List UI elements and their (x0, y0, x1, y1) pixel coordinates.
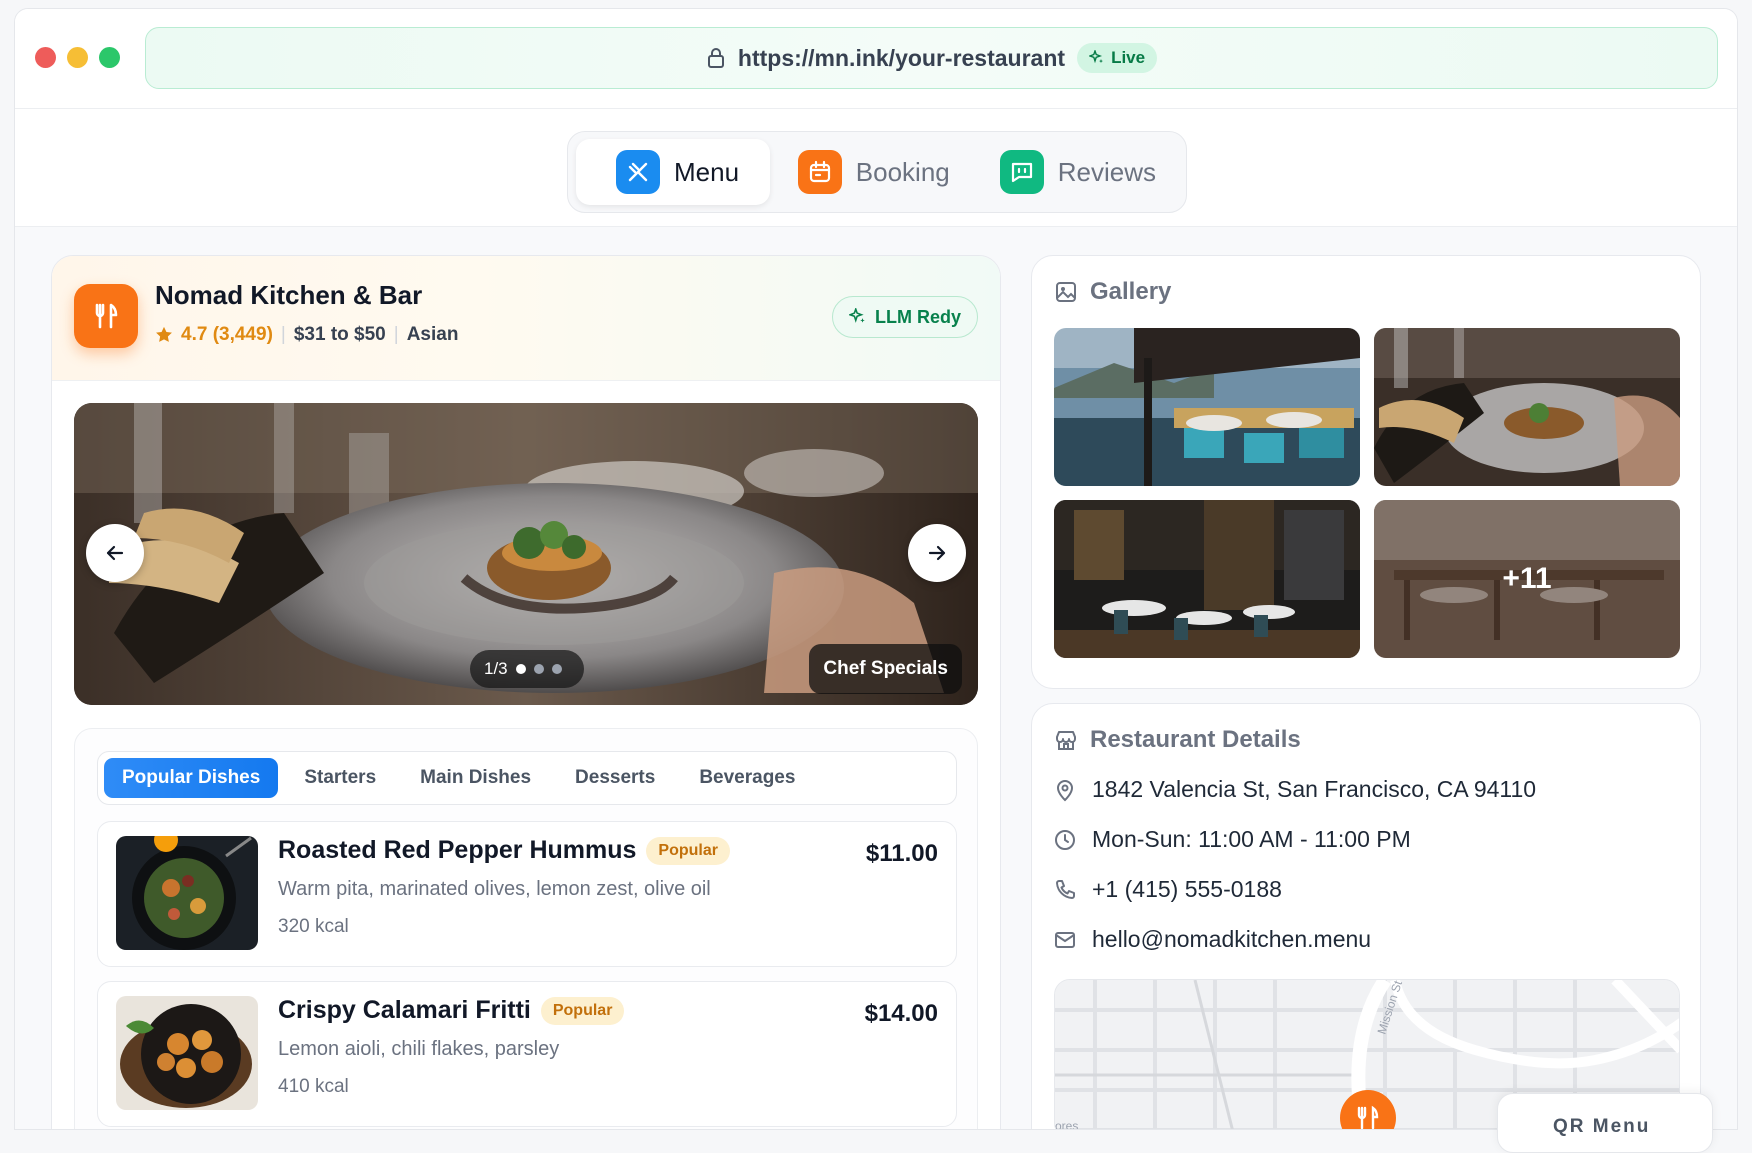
cuisine-label: Asian (406, 324, 459, 345)
dish-card[interactable]: Crispy Calamari Fritti Popular Lemon aio… (97, 981, 957, 1127)
top-navigation: Menu Booking Reviews (15, 109, 1737, 227)
popular-badge: Popular (646, 836, 730, 865)
map-pin-icon (1056, 779, 1074, 801)
rating-value[interactable]: 4.7 (3,449) (181, 324, 273, 346)
tab-booking[interactable]: Booking (776, 139, 972, 205)
star-icon (156, 326, 172, 342)
hours-row: Mon-Sun: 11:00 AM - 11:00 PM (1054, 826, 1411, 853)
carousel-page-count: 1/3 (484, 659, 508, 678)
details-title: Restaurant Details (1054, 726, 1301, 754)
calendar-icon (797, 150, 842, 194)
address-text: 1842 Valencia St, San Francisco, CA 9411… (1092, 776, 1537, 802)
category-starters[interactable]: Starters (286, 758, 394, 798)
dish-calories: 410 kcal (278, 1076, 349, 1097)
gallery-title: Gallery (1054, 278, 1171, 306)
sparkle-icon (848, 308, 865, 323)
live-label: Live (1111, 48, 1146, 67)
email-text: hello@nomadkitchen.menu (1092, 926, 1372, 952)
address-row[interactable]: 1842 Valencia St, San Francisco, CA 9411… (1054, 776, 1536, 803)
llm-ready-badge: LLM Redy (831, 296, 978, 338)
maximize-window-button[interactable] (99, 47, 120, 68)
url-text: https://mn.ink/your-restaurant (737, 44, 1066, 71)
phone-row[interactable]: +1 (415) 555-0188 (1054, 876, 1282, 903)
menu-section: Popular Dishes Starters Main Dishes Dess… (74, 728, 978, 1129)
hero-carousel: 1/3 Chef Specials (74, 403, 978, 705)
restaurant-meta: 4.7 (3,449) | $31 to $50 | Asian (155, 324, 458, 346)
restaurant-panel: Nomad Kitchen & Bar 4.7 (3,449) | $31 to… (51, 255, 1001, 1129)
carousel-prev-button[interactable] (86, 524, 144, 582)
dish-card[interactable]: Roasted Red Pepper Hummus Popular Warm p… (97, 821, 957, 967)
gallery-card: Gallery +11 (1031, 255, 1701, 689)
hours-text: Mon-Sun: 11:00 AM - 11:00 PM (1092, 826, 1411, 852)
browser-chrome: https://mn.ink/your-restaurant Live (15, 9, 1737, 109)
carousel-dot[interactable] (551, 664, 562, 674)
clock-icon (1055, 829, 1075, 850)
meta-divider: | (393, 324, 399, 345)
chat-icon (999, 150, 1044, 194)
category-beverages[interactable]: Beverages (681, 758, 813, 798)
image-icon (1056, 282, 1076, 302)
mail-icon (1055, 931, 1075, 948)
dish-title: Roasted Red Pepper Hummus (278, 836, 637, 864)
gallery-photo-more[interactable]: +11 (1374, 500, 1680, 658)
dish-name: Roasted Red Pepper Hummus Popular (278, 836, 730, 865)
category-popular-dishes[interactable]: Popular Dishes (104, 758, 279, 798)
dish-calories: 320 kcal (278, 916, 349, 937)
address-bar[interactable]: https://mn.ink/your-restaurant Live (145, 27, 1718, 89)
window-controls (35, 47, 120, 68)
phone-text: +1 (415) 555-0188 (1092, 876, 1282, 902)
dish-price: $14.00 (864, 1000, 938, 1027)
details-card: Restaurant Details 1842 Valencia St, San… (1031, 703, 1701, 1130)
map-area-label: ores (1055, 1119, 1078, 1130)
dish-title: Crispy Calamari Fritti (278, 996, 531, 1024)
view-tabs: Menu Booking Reviews (567, 131, 1187, 213)
restaurant-name: Nomad Kitchen & Bar (155, 280, 423, 310)
menu-category-tabs: Popular Dishes Starters Main Dishes Dess… (97, 751, 957, 805)
browser-window: https://mn.ink/your-restaurant Live Menu… (14, 8, 1738, 1130)
llm-badge-label: LLM Redy (874, 306, 961, 327)
restaurant-logo (74, 284, 138, 348)
arrow-right-icon (928, 545, 946, 561)
fork-knife-icon (95, 303, 118, 329)
dish-price: $11.00 (865, 840, 938, 867)
gallery-photo[interactable] (1054, 500, 1360, 658)
hero-caption: Chef Specials (809, 644, 962, 694)
carousel-pager: 1/3 (470, 650, 584, 688)
live-badge: Live (1077, 43, 1158, 73)
restaurant-header: Nomad Kitchen & Bar 4.7 (3,449) | $31 to… (52, 256, 1000, 381)
tab-reviews-label: Reviews (1057, 156, 1156, 187)
arrow-left-icon (106, 545, 124, 561)
dish-description: Lemon aioli, chili flakes, parsley (278, 1038, 560, 1060)
carousel-next-button[interactable] (908, 524, 966, 582)
close-window-button[interactable] (35, 47, 56, 68)
meta-divider: | (280, 324, 286, 345)
qr-menu-button[interactable]: QR Menu (1497, 1093, 1713, 1153)
price-range: $31 to $50 (293, 324, 386, 345)
dish-photo (116, 836, 258, 950)
carousel-dot[interactable] (515, 664, 526, 674)
carousel-dot[interactable] (533, 664, 544, 674)
gallery-more-count: +11 (1374, 500, 1680, 658)
lock-icon (707, 48, 724, 68)
category-desserts[interactable]: Desserts (557, 758, 673, 798)
phone-icon (1056, 879, 1075, 899)
details-title-text: Restaurant Details (1090, 726, 1301, 753)
tab-booking-label: Booking (855, 156, 950, 187)
store-icon (1056, 731, 1076, 750)
dish-photo (116, 996, 258, 1110)
email-row[interactable]: hello@nomadkitchen.menu (1054, 926, 1371, 953)
popular-badge: Popular (540, 996, 625, 1025)
tab-menu[interactable]: Menu (576, 139, 770, 205)
dish-description: Warm pita, marinated olives, lemon zest,… (278, 878, 711, 900)
utensils-icon (616, 150, 660, 194)
gallery-photo[interactable] (1054, 328, 1360, 486)
tab-menu-label: Menu (674, 156, 740, 187)
sparkle-icon (1089, 50, 1104, 64)
gallery-title-text: Gallery (1090, 278, 1172, 305)
dish-name: Crispy Calamari Fritti Popular (278, 996, 625, 1025)
category-main-dishes[interactable]: Main Dishes (402, 758, 549, 798)
minimize-window-button[interactable] (67, 47, 88, 68)
gallery-photo[interactable] (1374, 328, 1680, 486)
tab-reviews[interactable]: Reviews (978, 139, 1178, 205)
